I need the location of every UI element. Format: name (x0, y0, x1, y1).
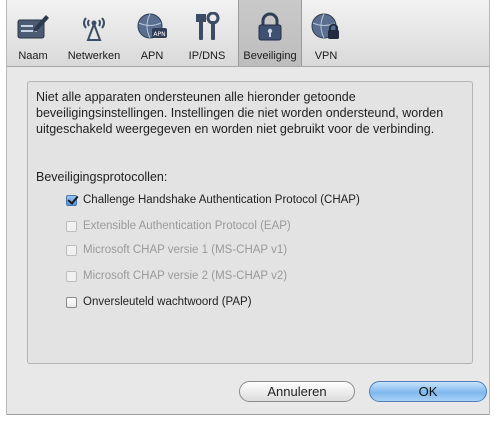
tab-label: Netwerken (67, 50, 121, 62)
globe-lock-icon (309, 10, 343, 44)
option-ms-chap-v1: Microsoft CHAP versie 1 (MS-CHAP v1) (66, 242, 287, 258)
option-eap: Extensible Authentication Protocol (EAP) (66, 218, 291, 234)
tab-naam[interactable]: Naam (7, 0, 59, 66)
option-chap[interactable]: Challenge Handshake Authentication Proto… (66, 192, 360, 208)
security-panel: Niet alle apparaten ondersteunen alle hi… (27, 81, 473, 364)
ms-chap-v2-checkbox (66, 270, 77, 282)
ms-chap-v1-checkbox (66, 244, 77, 256)
toolbar: Naam Netwerken APN APN IP/DNS Beveiligin… (7, 0, 489, 67)
tab-label: Beveiliging (243, 50, 297, 62)
eap-checkbox (66, 220, 77, 232)
tab-vpn[interactable]: VPN (305, 0, 347, 66)
option-pap[interactable]: Onversleuteld wachtwoord (PAP) (66, 294, 252, 310)
tab-netwerken[interactable]: Netwerken (63, 0, 125, 66)
tab-label: APN (140, 50, 164, 62)
tools-icon (190, 10, 224, 44)
chap-checkbox[interactable] (66, 194, 77, 206)
antenna-icon (77, 10, 111, 44)
section-title: Beveiligingsprotocollen: (36, 170, 168, 184)
option-label: Onversleuteld wachtwoord (PAP) (83, 296, 252, 308)
cancel-button[interactable]: Annuleren (239, 381, 355, 402)
option-label: Extensible Authentication Protocol (EAP) (83, 220, 291, 232)
tab-label: IP/DNS (188, 50, 226, 62)
option-label: Microsoft CHAP versie 2 (MS-CHAP v2) (83, 270, 288, 282)
svg-text:APN: APN (153, 31, 165, 38)
option-label: Microsoft CHAP versie 1 (MS-CHAP v1) (83, 244, 288, 256)
option-ms-chap-v2: Microsoft CHAP versie 2 (MS-CHAP v2) (66, 268, 287, 284)
tab-beveiliging[interactable]: Beveiliging (238, 0, 302, 66)
lock-icon (253, 10, 287, 44)
tab-label: VPN (314, 50, 338, 62)
option-label: Challenge Handshake Authentication Proto… (83, 194, 360, 206)
pap-checkbox[interactable] (66, 296, 77, 308)
pencil-card-icon (16, 10, 50, 44)
tab-label: Naam (18, 50, 48, 62)
ok-button[interactable]: OK (369, 381, 487, 402)
info-text: Niet alle apparaten ondersteunen alle hi… (36, 90, 444, 136)
tab-ip-dns[interactable]: IP/DNS (179, 0, 235, 66)
settings-window: Naam Netwerken APN APN IP/DNS Beveiligin… (6, 0, 490, 415)
tab-apn[interactable]: APN APN (131, 0, 173, 66)
globe-apn-icon: APN (135, 10, 169, 44)
